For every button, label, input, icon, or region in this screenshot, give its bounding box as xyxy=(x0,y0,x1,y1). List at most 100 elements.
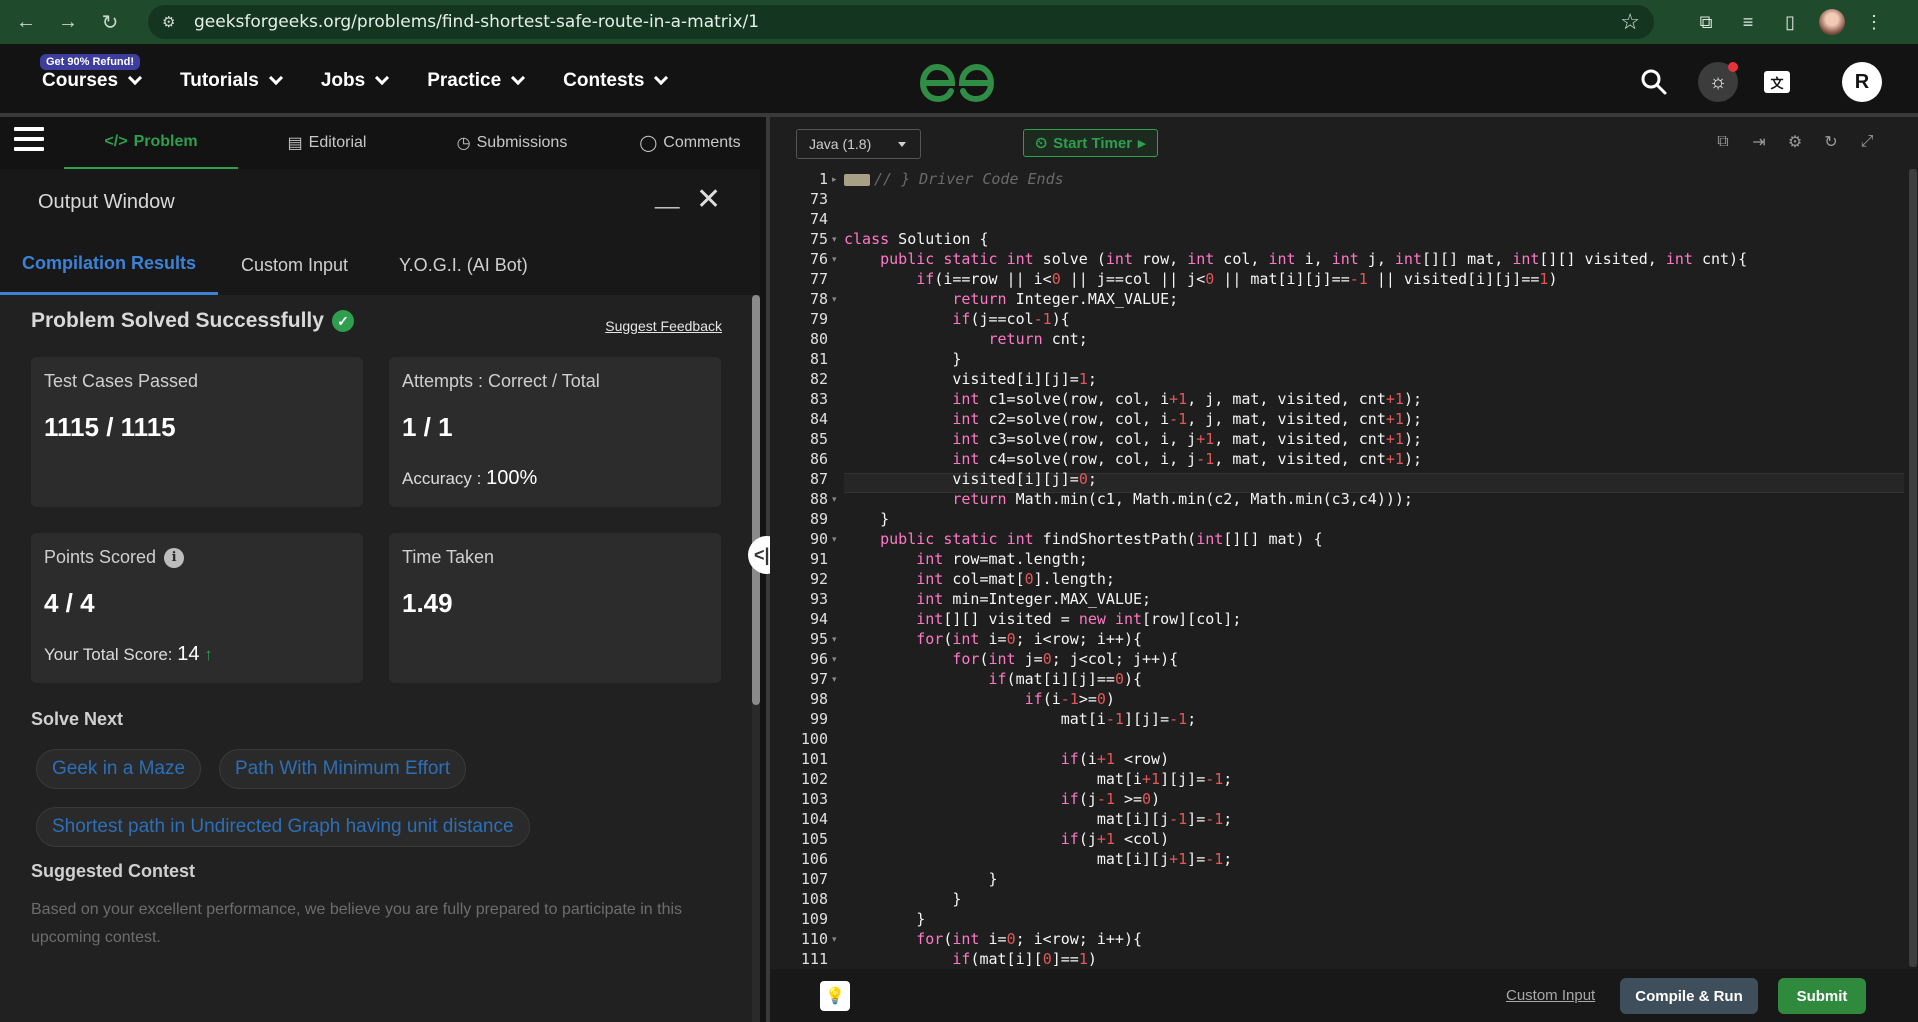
extensions-icon[interactable]: ⧉ xyxy=(1692,8,1720,36)
tests-card: Test Cases Passed 1115 / 1115 xyxy=(31,357,363,507)
theme-toggle-button[interactable]: ☼ xyxy=(1698,62,1738,102)
comment-icon: ◯ xyxy=(639,135,658,152)
fold-arrow-icon[interactable]: ▾ xyxy=(832,494,837,505)
output-scrollbar-thumb[interactable] xyxy=(752,295,760,705)
code-line: visited[i][j]=0; xyxy=(844,470,1097,488)
language-select[interactable]: Java (1.8) xyxy=(796,129,921,159)
copy-icon[interactable]: ⧉ xyxy=(1712,131,1734,153)
solve-next-geek-in-a-maze[interactable]: Geek in a Maze xyxy=(36,749,202,789)
media-icon[interactable]: ≡ xyxy=(1734,8,1762,36)
problem-tabs: </> Problem ▤ Editorial ◷ Submissions ◯ Comm… xyxy=(0,117,766,169)
clock-icon: ◷ xyxy=(456,135,471,152)
submit-button[interactable]: Submit xyxy=(1778,978,1866,1014)
bookmark-star-icon[interactable]: ☆ xyxy=(1620,9,1640,35)
solve-next-path-with-minimum-effort[interactable]: Path With Minimum Effort xyxy=(219,749,467,789)
line-number: 94 xyxy=(809,610,828,628)
nav-label: Practice xyxy=(427,69,502,91)
hamburger-menu-icon[interactable] xyxy=(14,127,44,153)
nav-practice[interactable]: Practice xyxy=(427,69,526,92)
lightbulb-icon[interactable]: 💡 xyxy=(820,981,850,1011)
fold-arrow-icon[interactable]: ▾ xyxy=(832,294,837,305)
editor-scrollbar-thumb[interactable] xyxy=(1909,169,1917,967)
minimize-icon[interactable]: __ xyxy=(655,184,679,210)
info-icon[interactable]: i xyxy=(164,547,185,568)
sidepanel-icon[interactable]: ▯ xyxy=(1776,8,1804,36)
translate-icon[interactable]: 文 xyxy=(1764,71,1790,93)
import-icon[interactable]: ⇥ xyxy=(1748,131,1770,153)
back-icon[interactable]: ← xyxy=(12,8,40,36)
line-number: 105 xyxy=(800,830,828,848)
line-number: 95 xyxy=(809,630,828,648)
output-window-title: Output Window xyxy=(38,191,175,213)
line-number: 82 xyxy=(809,370,828,388)
line-number: 84 xyxy=(809,410,828,428)
tab-custom-input[interactable]: Custom Input xyxy=(241,235,348,295)
tab-editorial[interactable]: ▤ Editorial xyxy=(262,117,392,169)
suggest-feedback-link[interactable]: Suggest Feedback xyxy=(605,318,722,334)
caret-down-icon xyxy=(898,142,906,147)
line-number: 109 xyxy=(800,910,828,928)
timer-icon: ⏲ xyxy=(1035,134,1048,152)
tab-submissions[interactable]: ◷ Submissions xyxy=(432,117,592,169)
code-line: if(j==col-1){ xyxy=(952,310,1070,328)
line-number-gutter: 1 ▸ 73 74 75 ▾ 76 ▾ 77 78 ▾ 79 80 81 82 83 84 85 86 87 88 ▾ 89… xyxy=(770,169,840,969)
fold-arrow-icon[interactable]: ▾ xyxy=(832,674,837,685)
fold-arrow-icon[interactable]: ▾ xyxy=(832,234,837,245)
browser-menu-icon[interactable]: ⋮ xyxy=(1860,8,1888,36)
start-timer-button[interactable]: ⏲ Start Timer ▸ xyxy=(1023,129,1158,157)
code-editor-pane: Java (1.8) ⏲ Start Timer ▸ ⧉ ⇥ ⚙ ↻ ⤢ 1 ▸ 73 7… xyxy=(770,117,1918,1022)
fold-arrow-icon[interactable]: ▾ xyxy=(832,254,837,265)
fold-arrow-icon[interactable]: ▸ xyxy=(832,174,837,185)
gfg-logo[interactable] xyxy=(918,62,996,104)
code-line: if(i+1 <row) xyxy=(1060,750,1170,768)
nav-courses[interactable]: Courses xyxy=(42,70,143,92)
code-line: int min=Integer.MAX_VALUE; xyxy=(916,590,1152,608)
profile-avatar[interactable] xyxy=(1818,8,1846,36)
tab-yogi-ai-bot[interactable]: Y.O.G.I. (AI Bot) xyxy=(399,235,528,295)
sun-icon: ☼ xyxy=(1708,70,1728,93)
forward-icon[interactable]: → xyxy=(54,8,82,36)
nav-tutorials[interactable]: Tutorials xyxy=(180,70,283,92)
reload-icon[interactable]: ↻ xyxy=(96,8,124,36)
reset-icon[interactable]: ↻ xyxy=(1820,131,1842,153)
total-score-value: 14 xyxy=(177,643,200,665)
code-area[interactable]: // } Driver Code Ends class Solution { p… xyxy=(844,169,1904,969)
close-icon[interactable]: ✕ xyxy=(696,185,721,215)
refund-badge[interactable]: Get 90% Refund! xyxy=(40,54,141,70)
fold-arrow-icon[interactable]: ▾ xyxy=(832,634,837,645)
line-number: 89 xyxy=(809,510,828,528)
code-line: int c4=solve(row, col, i, j-1, mat, visi… xyxy=(952,450,1422,468)
code-icon: </> xyxy=(104,133,128,150)
compile-run-button[interactable]: Compile & Run xyxy=(1620,978,1758,1014)
tab-label: Submissions xyxy=(476,134,568,151)
fold-arrow-icon[interactable]: ▾ xyxy=(832,934,837,945)
points-label: Points Scored xyxy=(44,547,157,567)
folded-code-badge[interactable] xyxy=(844,173,870,186)
address-bar[interactable]: ⚙ geeksforgeeks.org/problems/find-shorte… xyxy=(148,5,1654,39)
solve-next-shortest-path-undirected[interactable]: Shortest path in Undirected Graph having… xyxy=(36,807,530,847)
tab-compilation-results[interactable]: Compilation Results xyxy=(0,235,218,295)
accuracy-value: 100% xyxy=(486,467,538,489)
line-number: 93 xyxy=(809,590,828,608)
tests-value: 1115 / 1115 xyxy=(44,412,176,442)
search-icon[interactable] xyxy=(1640,68,1668,96)
tab-comments[interactable]: ◯ Comments xyxy=(618,117,762,169)
chevron-down-icon xyxy=(127,70,143,85)
line-number: 87 xyxy=(809,470,828,488)
chevron-down-icon xyxy=(375,70,390,85)
fold-arrow-icon[interactable]: ▾ xyxy=(832,654,837,665)
url-text[interactable]: geeksforgeeks.org/problems/find-shortest… xyxy=(194,12,759,32)
nav-label: Contests xyxy=(563,69,645,91)
fold-arrow-icon[interactable]: ▾ xyxy=(832,534,837,545)
line-number: 88 xyxy=(809,490,828,508)
site-settings-icon[interactable]: ⚙ xyxy=(162,13,184,31)
tab-problem[interactable]: </> Problem xyxy=(64,117,238,169)
line-number: 83 xyxy=(809,390,828,408)
user-avatar[interactable]: R xyxy=(1842,62,1882,102)
custom-input-link[interactable]: Custom Input xyxy=(1506,987,1595,1004)
settings-icon[interactable]: ⚙ xyxy=(1784,131,1806,153)
nav-contests[interactable]: Contests xyxy=(563,69,669,92)
nav-jobs[interactable]: Jobs xyxy=(321,70,390,92)
fullscreen-icon[interactable]: ⤢ xyxy=(1856,131,1878,153)
line-number: 86 xyxy=(809,450,828,468)
